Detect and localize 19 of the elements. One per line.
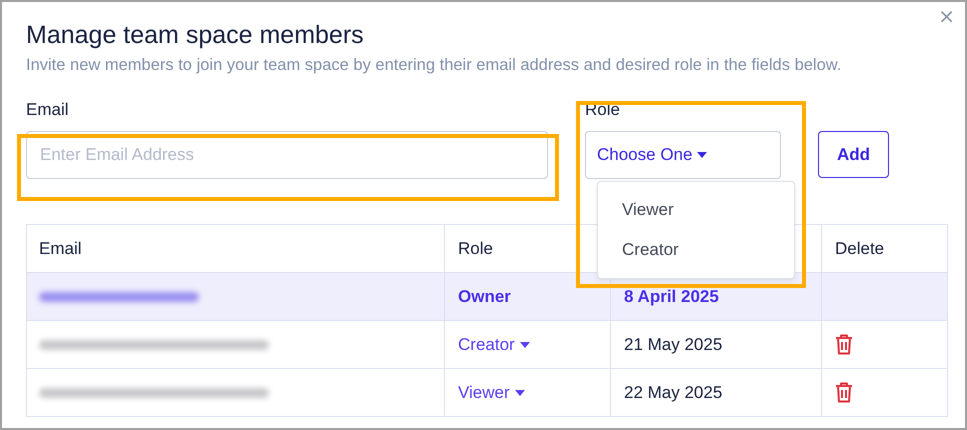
caret-icon <box>697 152 708 158</box>
role-dropdown[interactable]: Creator <box>458 334 530 354</box>
date-text: 22 May 2025 <box>624 382 722 402</box>
email-label: Email <box>26 100 70 120</box>
trash-icon[interactable] <box>835 334 853 355</box>
role-select[interactable]: Choose One <box>585 131 781 179</box>
column-header: Email <box>38 238 83 260</box>
email-field[interactable]: Enter Email Address <box>26 131 548 179</box>
date-text: 8 April 2025 <box>624 286 719 306</box>
caret-icon <box>520 342 530 348</box>
dialog-subtitle: Invite new members to join your team space by entering their email address and desired role in the fields below. <box>26 55 842 76</box>
trash-icon[interactable] <box>835 382 853 403</box>
caret-icon <box>514 390 525 396</box>
dialog-title: Manage team space members <box>26 20 365 50</box>
role-dropdown[interactable]: Viewer <box>458 382 525 402</box>
date-text: 21 May 2025 <box>624 334 722 354</box>
add-button[interactable]: Add <box>818 131 889 178</box>
column-header: Delete <box>821 225 947 272</box>
role-text: Owner <box>458 286 511 306</box>
